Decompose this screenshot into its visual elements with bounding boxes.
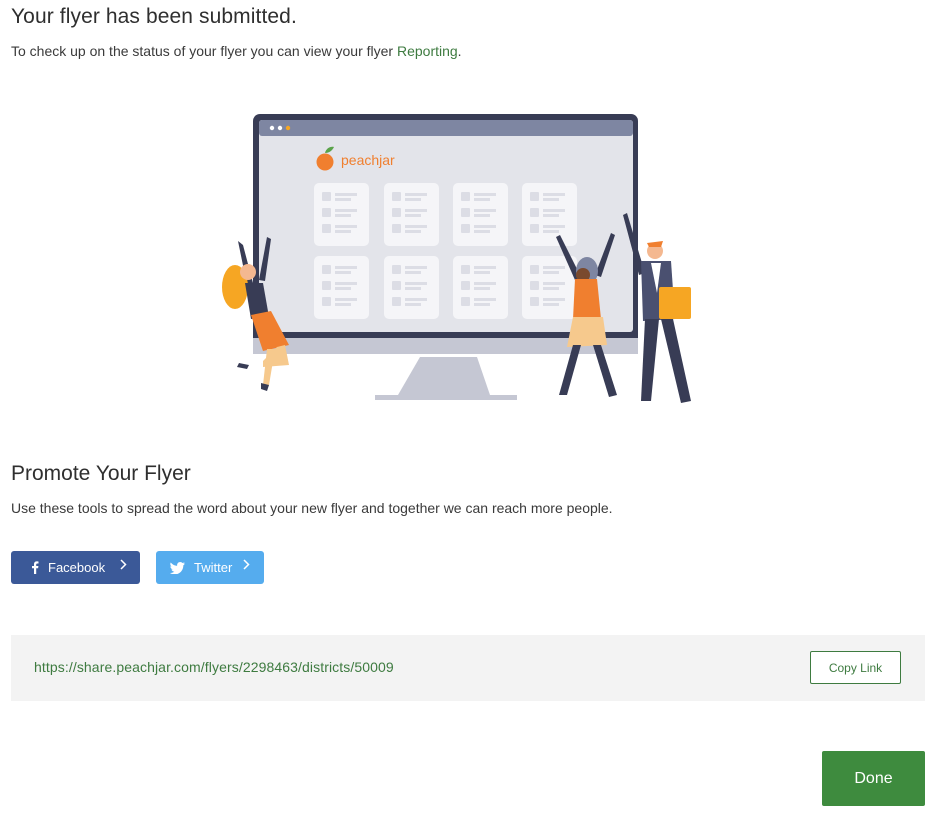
twitter-share-button[interactable]: Twitter: [156, 551, 264, 584]
copy-link-button[interactable]: Copy Link: [810, 651, 901, 684]
status-prefix: To check up on the status of your flyer …: [11, 43, 397, 59]
twitter-label: Twitter: [194, 560, 233, 575]
status-suffix: .: [457, 43, 462, 59]
facebook-share-button[interactable]: Facebook: [11, 551, 140, 584]
facebook-label: Facebook: [48, 560, 106, 575]
share-link-panel: https://share.peachjar.com/flyers/229846…: [11, 635, 925, 701]
promote-description: Use these tools to spread the word about…: [11, 500, 613, 516]
facebook-icon: [31, 561, 39, 574]
page-title: Your flyer has been submitted.: [11, 5, 297, 28]
status-message: To check up on the status of your flyer …: [11, 43, 462, 59]
share-link-url[interactable]: https://share.peachjar.com/flyers/229846…: [34, 659, 394, 675]
chevron-right-icon: [243, 558, 250, 573]
promote-title: Promote Your Flyer: [11, 462, 191, 485]
chevron-right-icon: [120, 558, 127, 573]
done-button[interactable]: Done: [822, 751, 925, 806]
twitter-icon: [170, 561, 185, 574]
brand-name: peachjar: [341, 152, 395, 168]
submission-illustration: peachjar: [222, 114, 691, 403]
reporting-link[interactable]: Reporting: [397, 43, 458, 59]
